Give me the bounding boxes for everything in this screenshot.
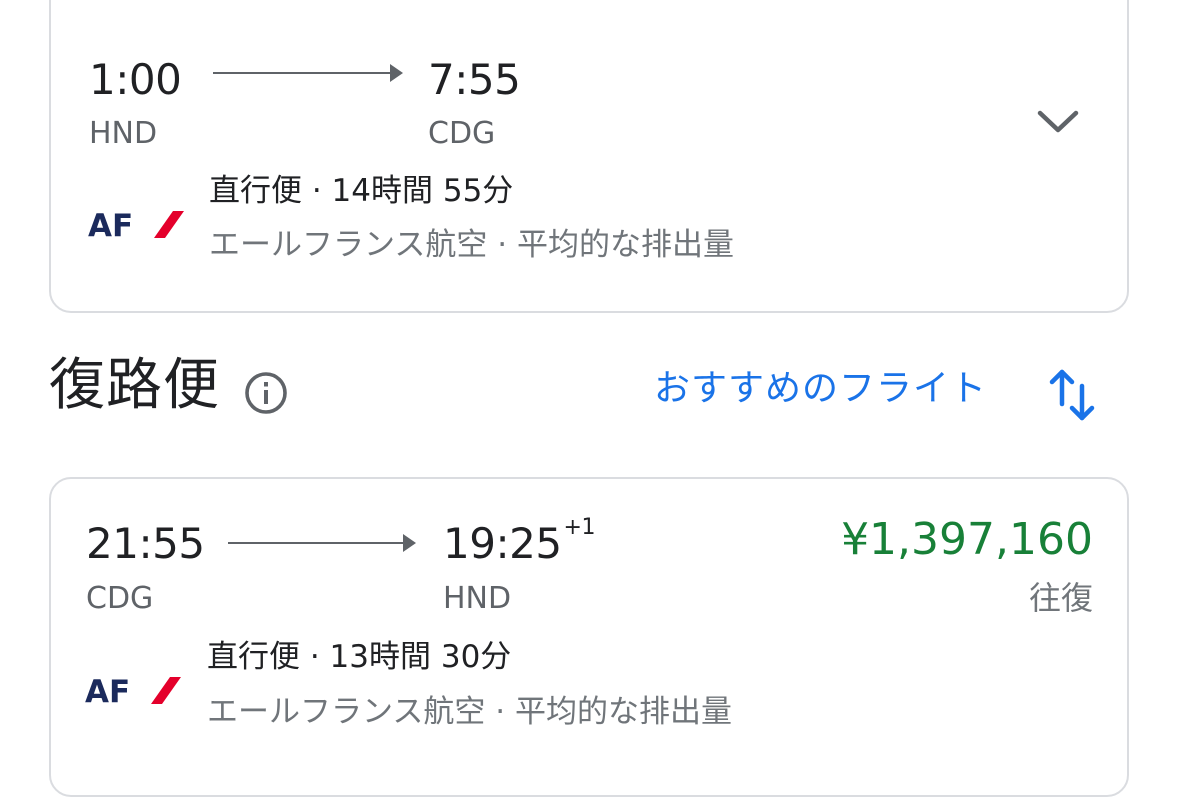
sort-button[interactable]: おすすめのフライト [654,371,987,407]
depart-airport: HND [89,116,158,151]
price-type: 往復 [1028,579,1093,617]
arrive-airport: CDG [428,116,496,151]
depart-time: 1:00 [89,55,182,104]
chevron-down-icon[interactable] [1036,108,1080,136]
stops-duration: 直行便 · 13時間 30分 [207,639,512,675]
swap-vertical-icon[interactable] [1048,366,1098,424]
arrive-time-value: 19:25 [443,519,562,568]
air-france-logo: AF [85,674,181,707]
outbound-flight-card[interactable]: 1:00 7:55 HND CDG AF 直行便 · 14時間 55分 エールフ… [49,0,1129,313]
arrow-right-icon [213,64,403,82]
price: ¥1,397,160 [841,514,1093,565]
arrive-time: 19:25+1 [443,517,595,565]
logo-text: AF [85,674,130,707]
air-france-logo: AF [88,208,184,241]
arrive-airport: HND [443,581,512,616]
info-icon[interactable] [243,370,289,416]
logo-text: AF [88,208,133,241]
airline-emissions: エールフランス航空 · 平均的な排出量 [209,227,734,263]
day-offset: +1 [563,515,596,540]
airline-emissions: エールフランス航空 · 平均的な排出量 [207,694,732,730]
stops-duration: 直行便 · 14時間 55分 [209,173,514,209]
depart-time: 21:55 [86,519,205,568]
arrive-time: 7:55 [428,55,521,104]
arrow-right-icon [228,534,416,552]
return-flight-card[interactable]: 21:55 19:25+1 CDG HND ¥1,397,160 往復 AF 直… [49,477,1129,797]
return-section-title: 復路便 [49,353,220,418]
depart-airport: CDG [86,581,154,616]
